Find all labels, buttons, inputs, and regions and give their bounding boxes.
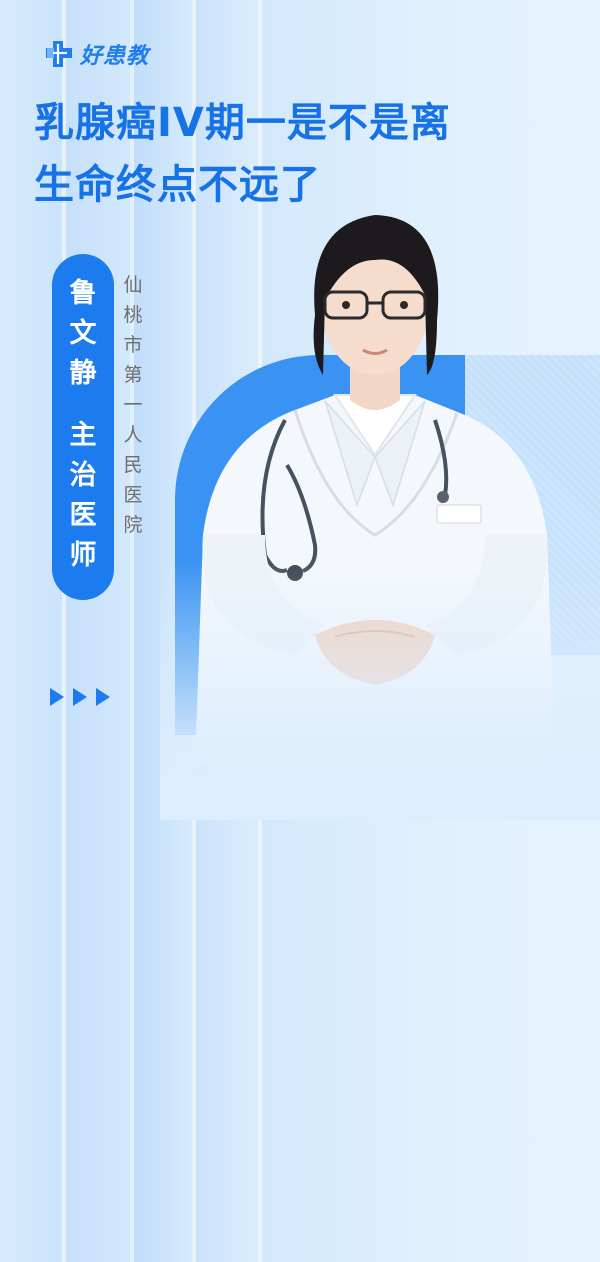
hospital-char: 仙 xyxy=(123,274,143,296)
doctor-name-pill: 鲁 文 静 主 治 医 师 xyxy=(52,254,114,600)
plus-cross-logo-icon xyxy=(44,39,76,69)
portrait-bottom-fade xyxy=(160,560,600,820)
doctor-name-char: 静 xyxy=(69,358,97,389)
hospital-char: 院 xyxy=(123,514,143,536)
arrow-decoration xyxy=(50,688,110,706)
title-line-1: 乳腺癌IV期一是不是离 xyxy=(34,100,451,146)
doctor-name-char: 文 xyxy=(69,318,97,349)
doctor-title-char: 师 xyxy=(69,540,97,571)
hospital-char: 市 xyxy=(123,334,143,356)
hospital-char: 桃 xyxy=(123,304,143,326)
brand-logo[interactable]: 好患教 xyxy=(44,38,149,70)
doctor-title-char: 治 xyxy=(69,460,97,491)
hospital-char: 医 xyxy=(123,484,143,506)
play-triangle-icon xyxy=(73,688,87,706)
brand-name: 好患教 xyxy=(80,44,150,69)
play-triangle-icon xyxy=(50,688,64,706)
hospital-char: 人 xyxy=(123,424,143,446)
doctor-title-char: 医 xyxy=(69,500,97,531)
hospital-char: 民 xyxy=(123,454,143,476)
play-triangle-icon xyxy=(96,688,110,706)
hospital-char: 一 xyxy=(123,394,143,416)
hospital-char: 第 xyxy=(123,364,143,386)
hospital-name: 仙 桃 市 第 一 人 民 医 院 xyxy=(118,270,148,540)
doctor-title-char: 主 xyxy=(69,420,97,451)
page-title: 乳腺癌IV期一是不是离 生命终点不远了 xyxy=(34,92,574,216)
doctor-name-char: 鲁 xyxy=(69,278,97,309)
